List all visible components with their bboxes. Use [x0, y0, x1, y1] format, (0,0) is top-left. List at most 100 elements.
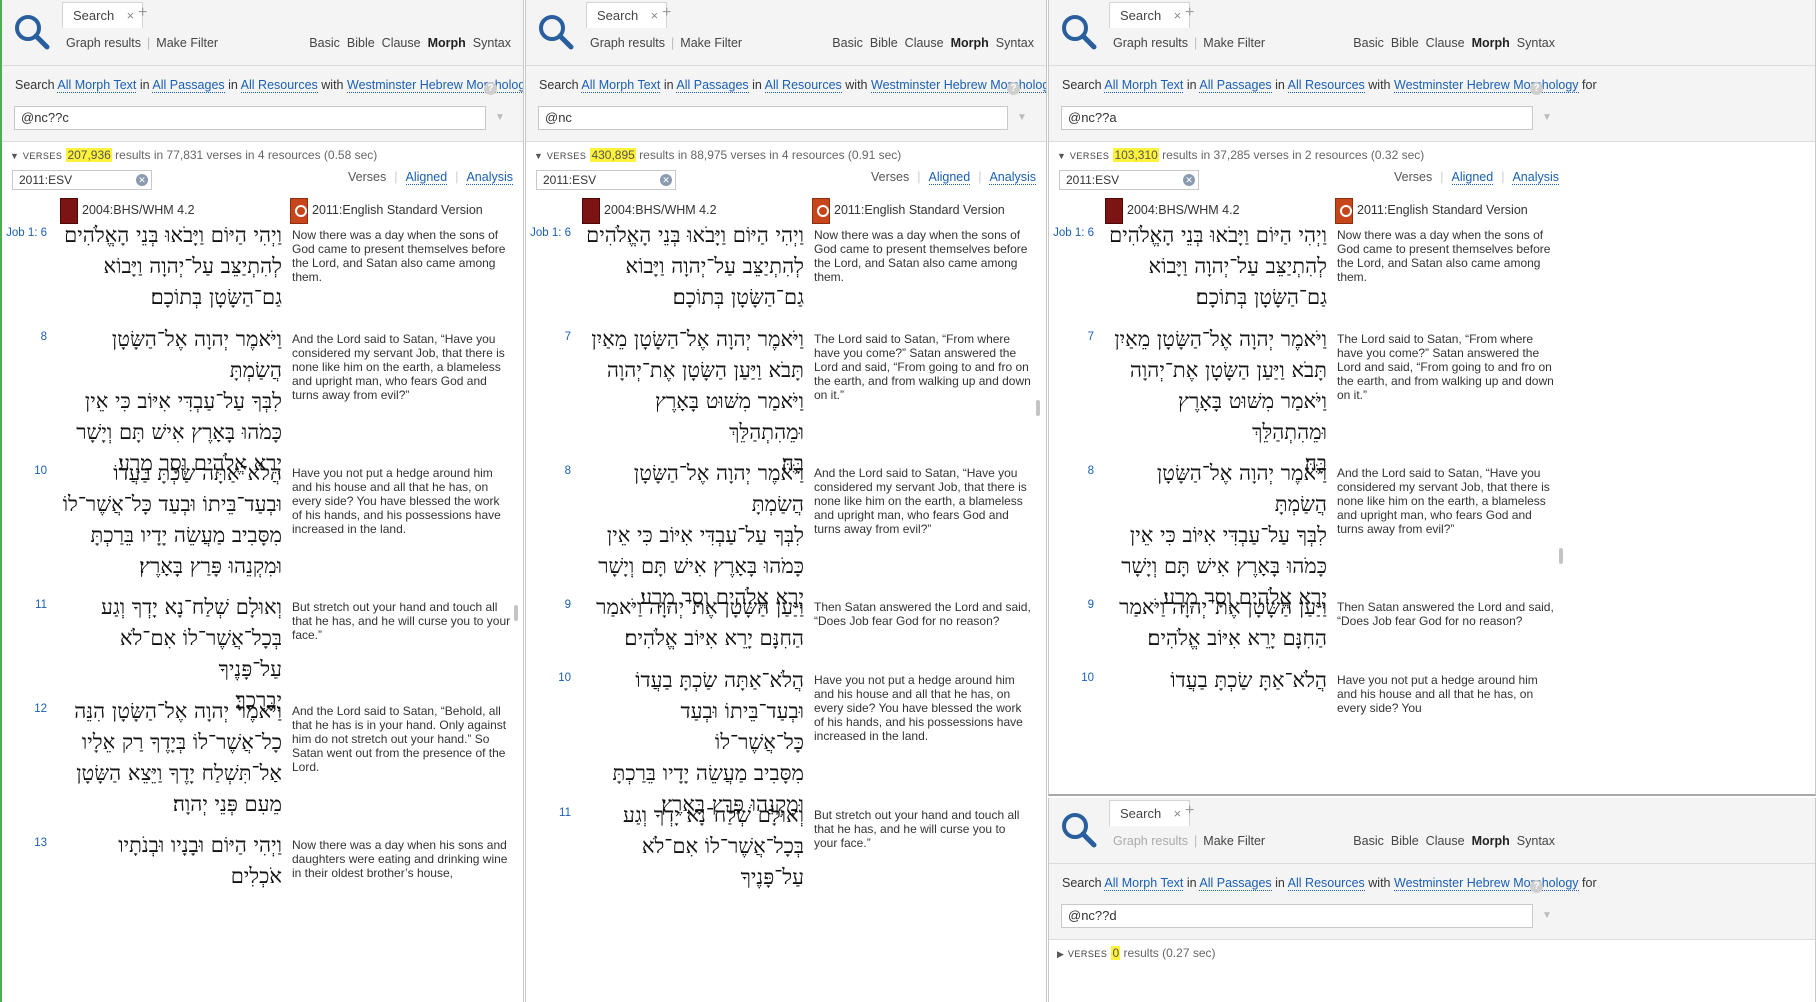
- clear-icon[interactable]: ✕: [660, 174, 672, 186]
- mode-bible[interactable]: Bible: [870, 36, 898, 50]
- graph-results-link[interactable]: Graph results: [1113, 36, 1188, 50]
- scrollbar-thumb[interactable]: [514, 605, 518, 621]
- verse-ref[interactable]: 8: [2, 331, 47, 343]
- graph-results-link[interactable]: Graph results: [66, 36, 141, 50]
- passages-link[interactable]: All Passages: [152, 78, 225, 93]
- collapse-icon[interactable]: ▼: [1057, 151, 1066, 161]
- collapse-icon[interactable]: ▼: [534, 151, 543, 161]
- mode-syntax[interactable]: Syntax: [996, 36, 1034, 50]
- view-aligned[interactable]: Aligned: [1451, 170, 1494, 185]
- make-filter-link[interactable]: Make Filter: [156, 36, 218, 50]
- clear-icon[interactable]: ✕: [1183, 174, 1195, 186]
- close-tab-icon[interactable]: ×: [1174, 3, 1182, 29]
- verse-ref[interactable]: Job 1: 6: [526, 227, 571, 239]
- passages-link[interactable]: All Passages: [676, 78, 749, 93]
- make-filter-link[interactable]: Make Filter: [1203, 36, 1265, 50]
- mode-syntax[interactable]: Syntax: [1517, 36, 1555, 50]
- tab-search[interactable]: Search ×: [586, 2, 668, 29]
- mode-basic[interactable]: Basic: [1353, 36, 1384, 50]
- resources-link[interactable]: All Resources: [240, 78, 318, 93]
- mode-morph[interactable]: Morph: [1472, 36, 1510, 50]
- mode-syntax[interactable]: Syntax: [473, 36, 511, 50]
- verse-ref[interactable]: 11: [526, 807, 571, 819]
- verse-ref[interactable]: 8: [1049, 465, 1094, 477]
- view-analysis[interactable]: Analysis: [1512, 170, 1559, 185]
- help-icon[interactable]: ?: [1530, 880, 1543, 893]
- verse-ref[interactable]: 11: [2, 599, 47, 611]
- graph-results-link[interactable]: Graph results: [590, 36, 665, 50]
- view-verses[interactable]: Verses: [348, 170, 386, 184]
- resources-link[interactable]: All Resources: [764, 78, 842, 93]
- morphology-link[interactable]: Westminster Hebrew Morphology: [1394, 78, 1579, 93]
- mode-morph[interactable]: Morph: [428, 36, 466, 50]
- verse-ref[interactable]: 9: [526, 599, 571, 611]
- view-verses[interactable]: Verses: [1394, 170, 1432, 184]
- mode-clause[interactable]: Clause: [1426, 36, 1465, 50]
- mode-basic[interactable]: Basic: [832, 36, 863, 50]
- add-tab-icon[interactable]: +: [662, 4, 671, 22]
- view-aligned[interactable]: Aligned: [928, 170, 971, 185]
- english-resource-title[interactable]: 2011:English Standard Version: [312, 203, 483, 217]
- search-input[interactable]: @nc??a: [1061, 106, 1533, 130]
- hebrew-resource-title[interactable]: 2004:BHS/WHM 4.2: [604, 203, 717, 217]
- english-resource-title[interactable]: 2011:English Standard Version: [834, 203, 1005, 217]
- tab-search[interactable]: Search ×: [1109, 800, 1191, 827]
- resource-filter-input[interactable]: 2011:ESV ✕: [12, 170, 152, 190]
- scrollbar-thumb[interactable]: [1559, 548, 1563, 564]
- verse-ref[interactable]: 7: [1049, 331, 1094, 343]
- help-icon[interactable]: ?: [1007, 82, 1020, 95]
- add-tab-icon[interactable]: +: [138, 4, 147, 22]
- close-tab-icon[interactable]: ×: [127, 3, 135, 29]
- tab-search[interactable]: Search ×: [62, 2, 144, 29]
- view-analysis[interactable]: Analysis: [989, 170, 1036, 185]
- scope-link[interactable]: All Morph Text: [1104, 78, 1184, 93]
- add-tab-icon[interactable]: +: [1185, 802, 1194, 820]
- help-icon[interactable]: ?: [484, 82, 497, 95]
- view-analysis[interactable]: Analysis: [466, 170, 513, 185]
- mode-clause[interactable]: Clause: [1426, 834, 1465, 848]
- verse-ref[interactable]: 12: [2, 703, 47, 715]
- scrollbar-thumb[interactable]: [1036, 400, 1040, 416]
- morphology-link[interactable]: Westminster Hebrew Morphology: [871, 78, 1046, 93]
- morphology-link[interactable]: Westminster Hebrew Morphology: [347, 78, 523, 93]
- tab-search[interactable]: Search ×: [1109, 2, 1191, 29]
- verse-ref[interactable]: Job 1: 6: [1049, 227, 1094, 239]
- scope-link[interactable]: All Morph Text: [581, 78, 661, 93]
- search-input[interactable]: @nc??d: [1061, 904, 1533, 928]
- search-input[interactable]: @nc: [538, 106, 1008, 130]
- help-icon[interactable]: ?: [1530, 82, 1543, 95]
- history-dropdown-icon[interactable]: ▼: [1017, 112, 1027, 123]
- english-resource-title[interactable]: 2011:English Standard Version: [1357, 203, 1528, 217]
- verse-ref[interactable]: 13: [2, 837, 47, 849]
- scope-link[interactable]: All Morph Text: [57, 78, 137, 93]
- verse-ref[interactable]: 7: [526, 331, 571, 343]
- make-filter-link[interactable]: Make Filter: [1203, 834, 1265, 848]
- history-dropdown-icon[interactable]: ▼: [1542, 112, 1552, 123]
- mode-clause[interactable]: Clause: [382, 36, 421, 50]
- history-dropdown-icon[interactable]: ▼: [495, 112, 505, 123]
- verse-ref[interactable]: Job 1: 6: [2, 227, 47, 239]
- mode-morph[interactable]: Morph: [1472, 834, 1510, 848]
- resource-filter-input[interactable]: 2011:ESV ✕: [1059, 170, 1199, 190]
- clear-icon[interactable]: ✕: [136, 174, 148, 186]
- make-filter-link[interactable]: Make Filter: [680, 36, 742, 50]
- hebrew-resource-title[interactable]: 2004:BHS/WHM 4.2: [1127, 203, 1240, 217]
- mode-clause[interactable]: Clause: [905, 36, 944, 50]
- mode-morph[interactable]: Morph: [951, 36, 989, 50]
- close-tab-icon[interactable]: ×: [651, 3, 659, 29]
- collapse-icon[interactable]: ▼: [10, 151, 19, 161]
- add-tab-icon[interactable]: +: [1185, 4, 1194, 22]
- scope-link[interactable]: All Morph Text: [1104, 876, 1184, 891]
- expand-icon[interactable]: ▶: [1057, 949, 1064, 959]
- view-aligned[interactable]: Aligned: [405, 170, 448, 185]
- close-tab-icon[interactable]: ×: [1174, 801, 1182, 827]
- hebrew-resource-title[interactable]: 2004:BHS/WHM 4.2: [82, 203, 195, 217]
- passages-link[interactable]: All Passages: [1199, 876, 1272, 891]
- search-input[interactable]: @nc??c: [14, 106, 486, 130]
- mode-syntax[interactable]: Syntax: [1517, 834, 1555, 848]
- view-verses[interactable]: Verses: [871, 170, 909, 184]
- mode-bible[interactable]: Bible: [1391, 36, 1419, 50]
- history-dropdown-icon[interactable]: ▼: [1542, 910, 1552, 921]
- passages-link[interactable]: All Passages: [1199, 78, 1272, 93]
- resource-filter-input[interactable]: 2011:ESV ✕: [536, 170, 676, 190]
